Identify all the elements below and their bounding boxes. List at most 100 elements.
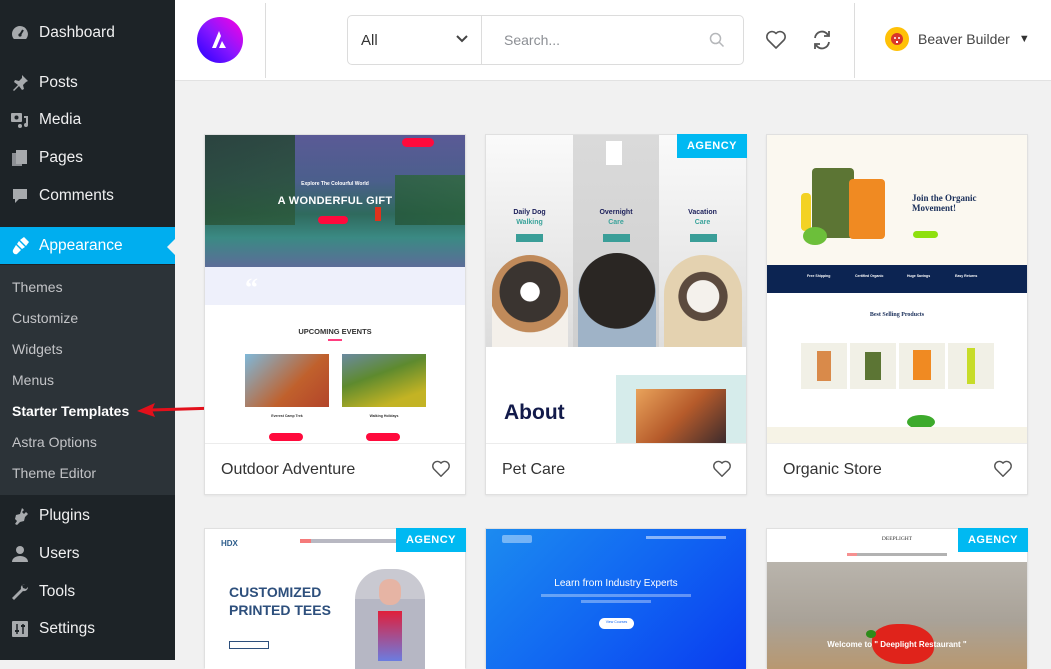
preview-eyebrow: Explore The Colourful World (301, 181, 369, 187)
event-image (342, 354, 426, 407)
template-card-pet-care[interactable]: Daily Dog Walking Overnight Care Vacatio… (485, 134, 747, 495)
menu-pages[interactable]: Pages (0, 139, 175, 177)
template-preview[interactable]: Explore The Colourful World A WONDERFUL … (205, 135, 465, 443)
favorite-heart-icon[interactable] (431, 460, 451, 478)
preview-cta: View Courses (599, 618, 634, 629)
template-preview[interactable]: Daily Dog Walking Overnight Care Vacatio… (486, 135, 746, 443)
menu-dashboard[interactable]: Dashboard (0, 14, 175, 52)
favorite-heart-icon[interactable] (993, 460, 1013, 478)
pin-icon (9, 72, 31, 94)
card-footer: Organic Store (767, 443, 1027, 495)
paintbrush-icon (9, 235, 31, 257)
agency-badge: AGENCY (957, 528, 1028, 552)
preview-headline: CUSTOMIZED PRINTED TEES (229, 583, 331, 619)
submenu-themes[interactable]: Themes (12, 279, 63, 295)
astra-logo[interactable] (197, 17, 243, 63)
preview-service: Care (608, 219, 624, 226)
hero-image: Welcome to " Deeplight Restaurant " (767, 562, 1027, 669)
model-image (355, 569, 425, 669)
submenu-customize[interactable]: Customize (12, 310, 78, 326)
preview-headline-line: PRINTED TEES (229, 602, 331, 618)
preview-headline: A WONDERFUL GIFT (277, 195, 393, 207)
submenu-widgets[interactable]: Widgets (12, 341, 63, 357)
menu-tools[interactable]: Tools (0, 573, 175, 611)
preview-cta-label: View Courses (605, 620, 628, 624)
preview-section-title: Best Selling Products (869, 312, 925, 318)
user-icon (9, 543, 31, 565)
favorite-heart-icon[interactable] (712, 460, 732, 478)
preview-service: Overnight (599, 209, 633, 216)
search-icon[interactable] (709, 32, 725, 48)
media-icon (9, 109, 31, 131)
testimonial-strip: “ (205, 267, 465, 305)
category-select[interactable]: All (348, 16, 482, 64)
preview-about: About (504, 401, 565, 424)
plugin-icon (9, 505, 31, 527)
menu-settings[interactable]: Settings (0, 610, 175, 648)
dog-image (664, 255, 742, 347)
preview-event: Everest Camp Trek (271, 414, 303, 418)
dog-image (492, 255, 568, 347)
preview-headline-line: CUSTOMIZED (229, 584, 322, 600)
chevron-down-icon (456, 35, 468, 43)
hero-image: Explore The Colourful World A WONDERFUL … (205, 135, 465, 267)
preview-service: Walking (516, 219, 543, 226)
card-footer: Pet Care (486, 443, 746, 495)
submenu-astra-options[interactable]: Astra Options (12, 434, 97, 450)
template-name: Outdoor Adventure (221, 461, 356, 478)
product-image (849, 179, 885, 239)
header-divider (854, 3, 855, 78)
menu-label: Posts (39, 74, 78, 91)
preview-event: Walking Holidays (369, 414, 399, 418)
preview-headline: Join the Organic Movement! (912, 193, 977, 213)
template-card-outdoor-adventure[interactable]: Explore The Colourful World A WONDERFUL … (204, 134, 466, 495)
menu-posts[interactable]: Posts (0, 64, 175, 102)
agency-badge: AGENCY (395, 528, 466, 552)
menu-appearance[interactable]: Appearance (0, 227, 175, 264)
menu-label: Users (39, 545, 80, 562)
page-builder-select[interactable]: Beaver Builder ▼ (885, 27, 1030, 51)
menu-label: Plugins (39, 507, 90, 524)
template-card-online-courses[interactable]: Learn from Industry Experts View Courses (485, 528, 747, 669)
about-image (636, 389, 726, 443)
page-builder-label: Beaver Builder (918, 31, 1010, 47)
template-card-organic-store[interactable]: Join the Organic Movement! Free Shipping… (766, 134, 1028, 495)
template-preview[interactable]: Learn from Industry Experts View Courses (486, 529, 746, 669)
card-footer: Outdoor Adventure (205, 443, 465, 495)
menu-media[interactable]: Media (0, 101, 175, 139)
favorites-heart-icon[interactable] (765, 30, 787, 50)
preview-feature: Easy Returns (955, 274, 978, 278)
template-card-printed-tees[interactable]: HDX CUSTOMIZED PRINTED TEES AGENCY (204, 528, 466, 669)
menu-label: Media (39, 111, 82, 128)
menu-comments[interactable]: Comments (0, 177, 175, 215)
template-preview[interactable]: Join the Organic Movement! Free Shipping… (767, 135, 1027, 443)
dog-image (578, 253, 656, 347)
preview-headline-line: Join the Organic (912, 193, 977, 203)
menu-users[interactable]: Users (0, 535, 175, 573)
search-input[interactable] (483, 16, 703, 64)
features-bar: Free Shipping Certified Organic Huge Sav… (767, 265, 1027, 293)
pages-icon (9, 147, 31, 169)
comment-icon (9, 185, 31, 207)
template-card-deeplight-restaurant[interactable]: DEEPLIGHT Welcome to " Deeplight Restaur… (766, 528, 1028, 669)
settings-icon (9, 618, 31, 640)
menu-label: Appearance (39, 236, 123, 254)
submenu-menus[interactable]: Menus (12, 372, 54, 388)
header-divider (265, 3, 266, 78)
search-bar: All (347, 15, 744, 65)
category-select-value: All (361, 31, 378, 49)
event-image (245, 354, 329, 407)
pet-logo (606, 141, 622, 165)
astra-logo-icon (212, 31, 226, 48)
sync-refresh-icon[interactable] (811, 29, 833, 51)
starter-templates-header: All Beaver Builder ▼ (175, 0, 1051, 81)
preview-feature: Free Shipping (807, 274, 831, 278)
menu-label: Comments (39, 187, 114, 204)
template-name: Pet Care (502, 461, 566, 478)
submenu-starter-templates[interactable]: Starter Templates (12, 403, 129, 419)
menu-label: Dashboard (39, 24, 115, 41)
template-name: Organic Store (783, 461, 882, 478)
admin-sidebar: Dashboard Posts Media Pages Comments App… (0, 0, 175, 660)
submenu-theme-editor[interactable]: Theme Editor (12, 465, 96, 481)
menu-plugins[interactable]: Plugins (0, 497, 175, 535)
